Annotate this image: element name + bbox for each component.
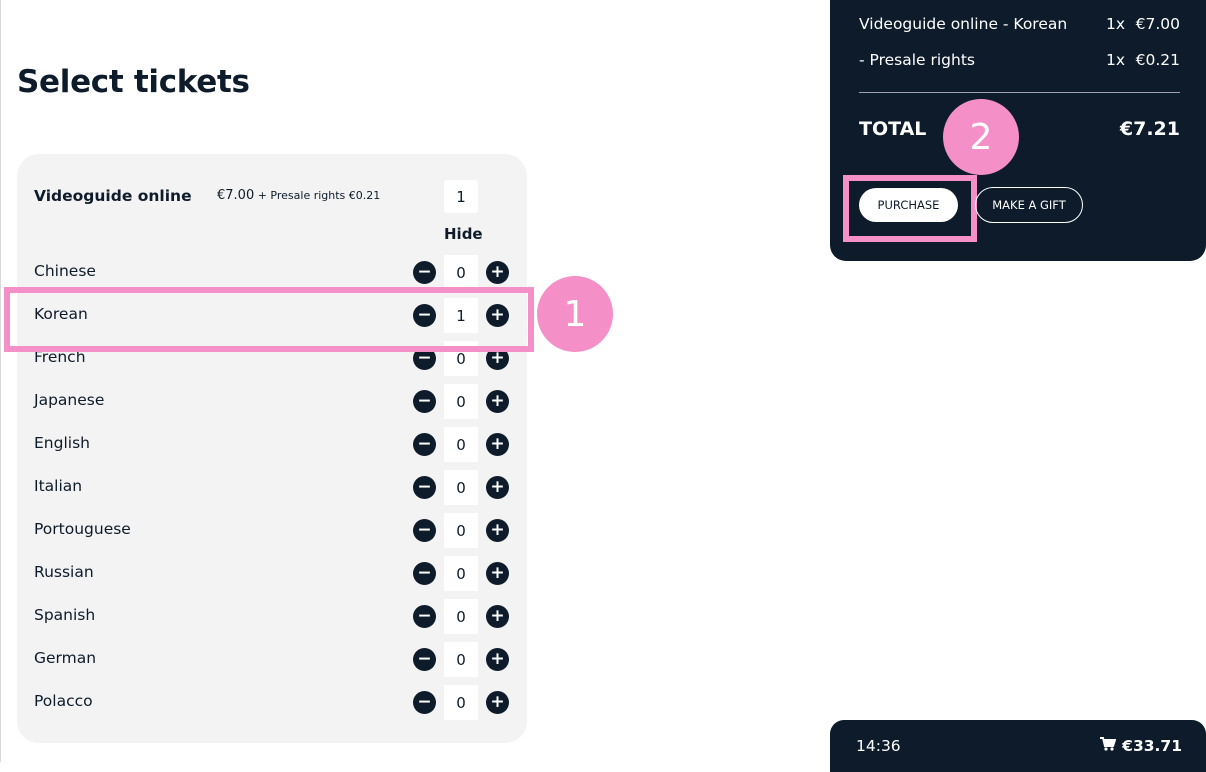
- language-row-spanish: Spanish −0 +: [17, 595, 527, 638]
- make-a-gift-button[interactable]: MAKE A GIFT: [975, 187, 1083, 223]
- total-value: €7.21: [1119, 118, 1180, 140]
- plus-icon[interactable]: +: [486, 691, 509, 714]
- quantity-value[interactable]: 0: [444, 642, 478, 677]
- page-title: Select tickets: [17, 64, 250, 100]
- step-2-marker: 2: [943, 99, 1019, 175]
- plus-icon[interactable]: +: [486, 562, 509, 585]
- minus-icon[interactable]: −: [413, 476, 436, 499]
- page-edge-divider: [0, 0, 1, 762]
- plus-icon[interactable]: +: [486, 433, 509, 456]
- plus-icon[interactable]: +: [486, 261, 509, 284]
- quantity-value[interactable]: 0: [444, 556, 478, 591]
- quantity-value[interactable]: 0: [444, 599, 478, 634]
- language-label: Spanish: [34, 606, 96, 624]
- minus-icon[interactable]: −: [413, 433, 436, 456]
- summary-line-label: - Presale rights: [859, 51, 976, 69]
- summary-line-qty: 1x: [1106, 51, 1126, 69]
- minus-icon[interactable]: −: [413, 605, 436, 628]
- minus-icon[interactable]: −: [413, 648, 436, 671]
- plus-icon[interactable]: +: [486, 648, 509, 671]
- language-row-japanese: Japanese −0 +: [17, 380, 527, 423]
- cart-total: €33.71: [1100, 737, 1182, 755]
- summary-line-label: Videoguide online - Korean: [859, 15, 1068, 33]
- minus-icon[interactable]: −: [413, 261, 436, 284]
- quantity-value[interactable]: 0: [444, 427, 478, 462]
- language-label: Japanese: [34, 391, 105, 409]
- minus-icon[interactable]: −: [413, 691, 436, 714]
- plus-icon[interactable]: +: [486, 476, 509, 499]
- step-1-marker: 1: [537, 276, 613, 352]
- quantity-value[interactable]: 0: [444, 255, 478, 290]
- plus-icon[interactable]: +: [486, 605, 509, 628]
- language-label: Portouguese: [34, 520, 131, 538]
- ticket-card: Videoguide online €7.00 + Presale rights…: [17, 154, 527, 743]
- quantity-value[interactable]: 0: [444, 470, 478, 505]
- language-row-english: English −0 +: [17, 423, 527, 466]
- language-row-german: German −0 +: [17, 638, 527, 681]
- language-label: English: [34, 434, 90, 452]
- minus-icon[interactable]: −: [413, 519, 436, 542]
- minus-icon[interactable]: −: [413, 562, 436, 585]
- plus-icon[interactable]: +: [486, 519, 509, 542]
- summary-line-qty: 1x: [1106, 15, 1126, 33]
- total-label: TOTAL: [859, 118, 927, 140]
- highlight-purchase-button: [843, 175, 977, 242]
- minus-icon[interactable]: −: [413, 390, 436, 413]
- language-label: Polacco: [34, 692, 93, 710]
- cart-total-amount: €33.71: [1122, 737, 1182, 755]
- language-row-russian: Russian −0 +: [17, 552, 527, 595]
- language-row-italian: Italian −0 +: [17, 466, 527, 509]
- ticket-quantity: 1: [444, 180, 478, 213]
- plus-icon[interactable]: +: [486, 390, 509, 413]
- quantity-value[interactable]: 0: [444, 384, 478, 419]
- quantity-value[interactable]: 0: [444, 513, 478, 548]
- summary-divider: [859, 92, 1180, 93]
- language-label: Russian: [34, 563, 94, 581]
- language-label: Chinese: [34, 262, 96, 280]
- cart-icon: [1100, 737, 1117, 755]
- language-label: Italian: [34, 477, 83, 495]
- ticket-price-extra: + Presale rights €0.21: [254, 189, 381, 202]
- mini-cart-bar[interactable]: 14:36 €33.71: [830, 720, 1206, 772]
- cart-timer: 14:36: [856, 737, 901, 755]
- hide-languages-link[interactable]: Hide: [444, 225, 483, 243]
- ticket-name: Videoguide online: [34, 187, 192, 205]
- summary-line-amount: €0.21: [1135, 51, 1180, 69]
- quantity-value[interactable]: 0: [444, 685, 478, 720]
- language-label: German: [34, 649, 97, 667]
- highlight-korean-row: [4, 287, 534, 352]
- summary-line-amount: €7.00: [1135, 15, 1180, 33]
- language-row-polacco: Polacco −0 +: [17, 681, 527, 724]
- ticket-price: €7.00 + Presale rights €0.21: [217, 188, 380, 203]
- language-row-portouguese: Portouguese −0 +: [17, 509, 527, 552]
- ticket-price-base: €7.00: [217, 188, 255, 203]
